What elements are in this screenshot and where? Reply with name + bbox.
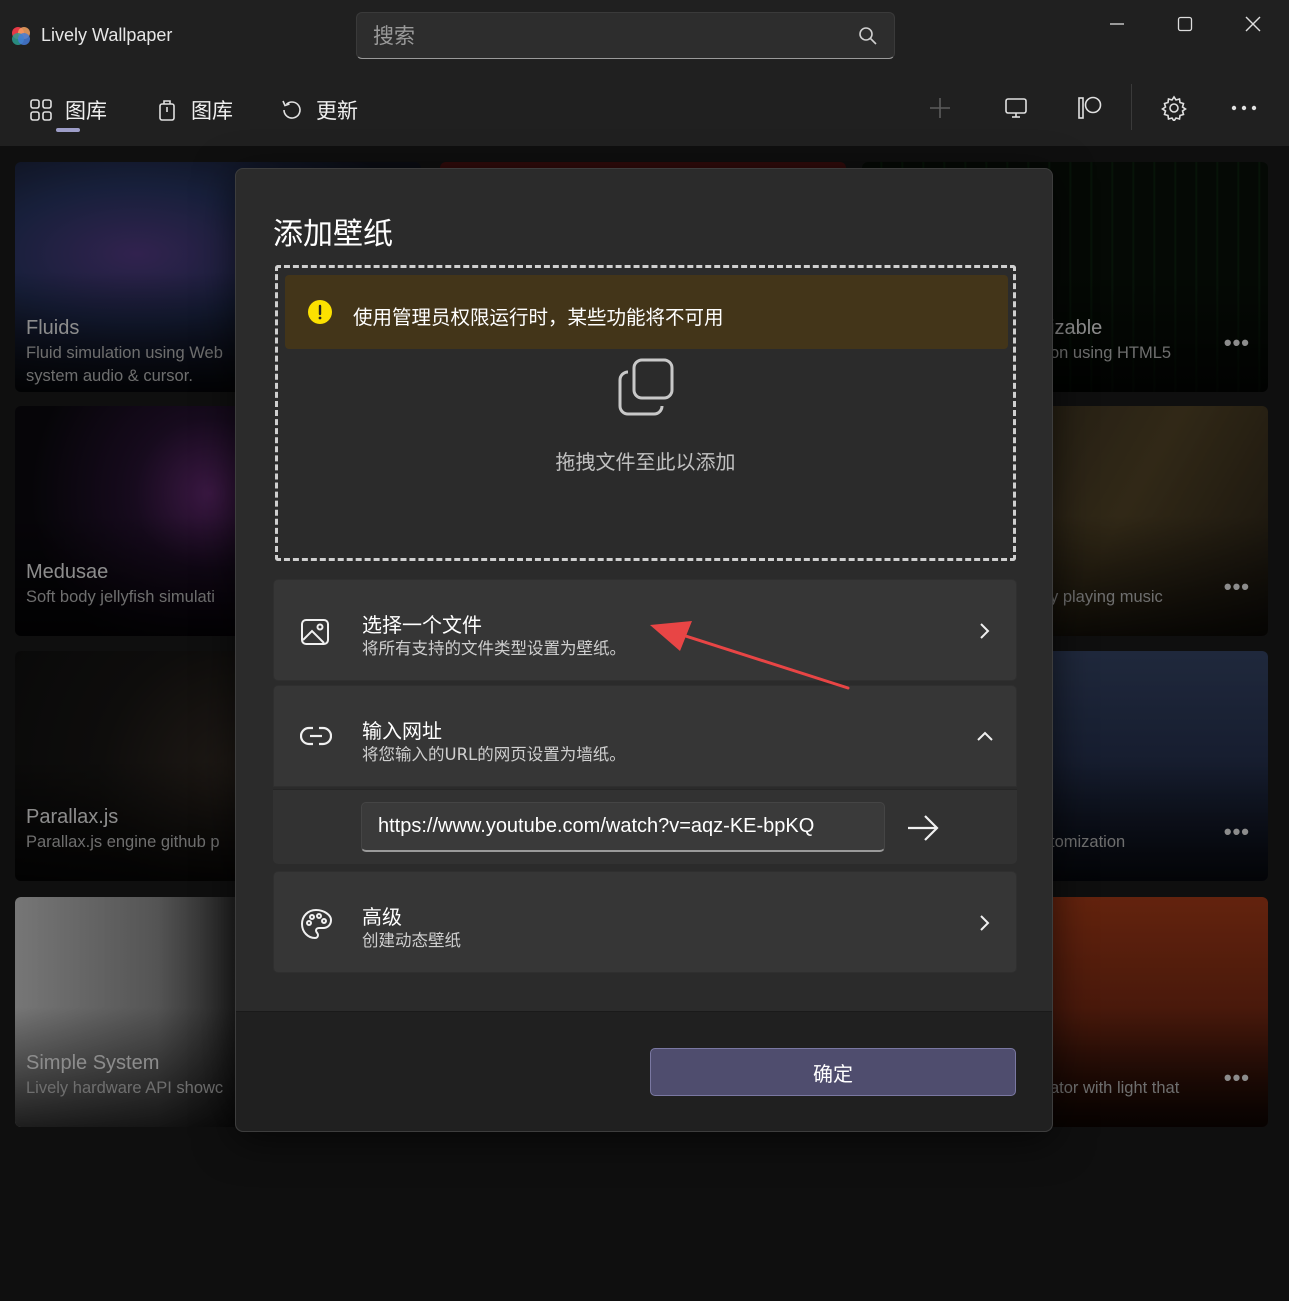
option-title: 选择一个文件 <box>362 613 482 637</box>
nav-item-update[interactable]: 更新 <box>280 92 358 128</box>
toolbar-divider <box>1131 84 1132 130</box>
chevron-right-icon <box>980 623 990 639</box>
url-submit-button[interactable] <box>903 808 943 848</box>
close-icon <box>1245 16 1261 32</box>
copy-icon <box>618 358 674 416</box>
drop-text: 拖拽文件至此以添加 <box>555 450 736 474</box>
search-icon[interactable] <box>858 26 878 46</box>
nav-item-label: 图库 <box>191 99 233 123</box>
warning-banner: 使用管理员权限运行时，某些功能将不可用 <box>285 275 1008 349</box>
chevron-right-icon <box>980 915 990 931</box>
display-button[interactable] <box>994 90 1038 126</box>
maximize-icon <box>1177 16 1193 32</box>
annotation-arrow-icon <box>650 621 850 690</box>
settings-button[interactable] <box>1152 90 1196 126</box>
nav-item-label: 图库 <box>65 99 107 123</box>
more-icon <box>1231 105 1257 111</box>
chevron-up-icon[interactable] <box>976 730 994 742</box>
monitor-icon <box>1005 98 1027 118</box>
option-subtitle: 将所有支持的文件类型设置为壁纸。 <box>362 639 626 658</box>
more-button[interactable] <box>1222 90 1266 126</box>
drop-zone[interactable]: 使用管理员权限运行时，某些功能将不可用 拖拽文件至此以添加 <box>275 265 1016 561</box>
maximize-button[interactable] <box>1160 8 1210 40</box>
refresh-icon <box>282 100 301 119</box>
patreon-button[interactable] <box>1068 90 1112 126</box>
close-button[interactable] <box>1228 8 1278 40</box>
nav-selected-indicator <box>56 128 80 132</box>
nav-item-label: 更新 <box>316 99 358 123</box>
dialog-footer: 确定 <box>236 1011 1052 1131</box>
link-icon <box>300 726 332 746</box>
nav-item-library[interactable]: 图库 <box>29 92 107 128</box>
lively-logo-icon <box>12 27 30 45</box>
arrow-right-icon <box>908 815 939 841</box>
enter-url-option[interactable]: 输入网址 将您输入的URL的网页设置为墙纸。 <box>273 685 1017 787</box>
image-icon <box>301 619 329 645</box>
option-title: 输入网址 <box>362 719 442 743</box>
dialog-title: 添加壁纸 <box>273 217 393 252</box>
plus-icon <box>930 98 950 118</box>
ok-button[interactable]: 确定 <box>650 1048 1016 1096</box>
title-bar: Lively Wallpaper <box>0 0 1289 70</box>
url-field[interactable] <box>361 802 885 852</box>
warning-icon <box>308 300 332 324</box>
nav-item-gallery[interactable]: 图库 <box>155 92 233 128</box>
app-title: Lively Wallpaper <box>41 25 173 45</box>
minimize-icon <box>1110 23 1124 25</box>
option-subtitle: 将您输入的URL的网页设置为墙纸。 <box>362 745 626 764</box>
advanced-option[interactable]: 高级 创建动态壁纸 <box>273 871 1017 973</box>
grid-icon <box>30 99 52 121</box>
minimize-button[interactable] <box>1092 8 1142 40</box>
patreon-icon <box>1078 96 1102 119</box>
palette-icon <box>300 908 332 940</box>
option-title: 高级 <box>362 905 402 929</box>
add-wallpaper-button[interactable] <box>918 90 962 126</box>
bucket-icon <box>159 100 175 121</box>
warning-text: 使用管理员权限运行时，某些功能将不可用 <box>353 306 724 329</box>
option-subtitle: 创建动态壁纸 <box>362 931 461 950</box>
search-input[interactable] <box>373 21 843 51</box>
search-box[interactable] <box>356 12 895 59</box>
gear-icon <box>1161 95 1187 121</box>
url-input-row <box>273 789 1017 864</box>
